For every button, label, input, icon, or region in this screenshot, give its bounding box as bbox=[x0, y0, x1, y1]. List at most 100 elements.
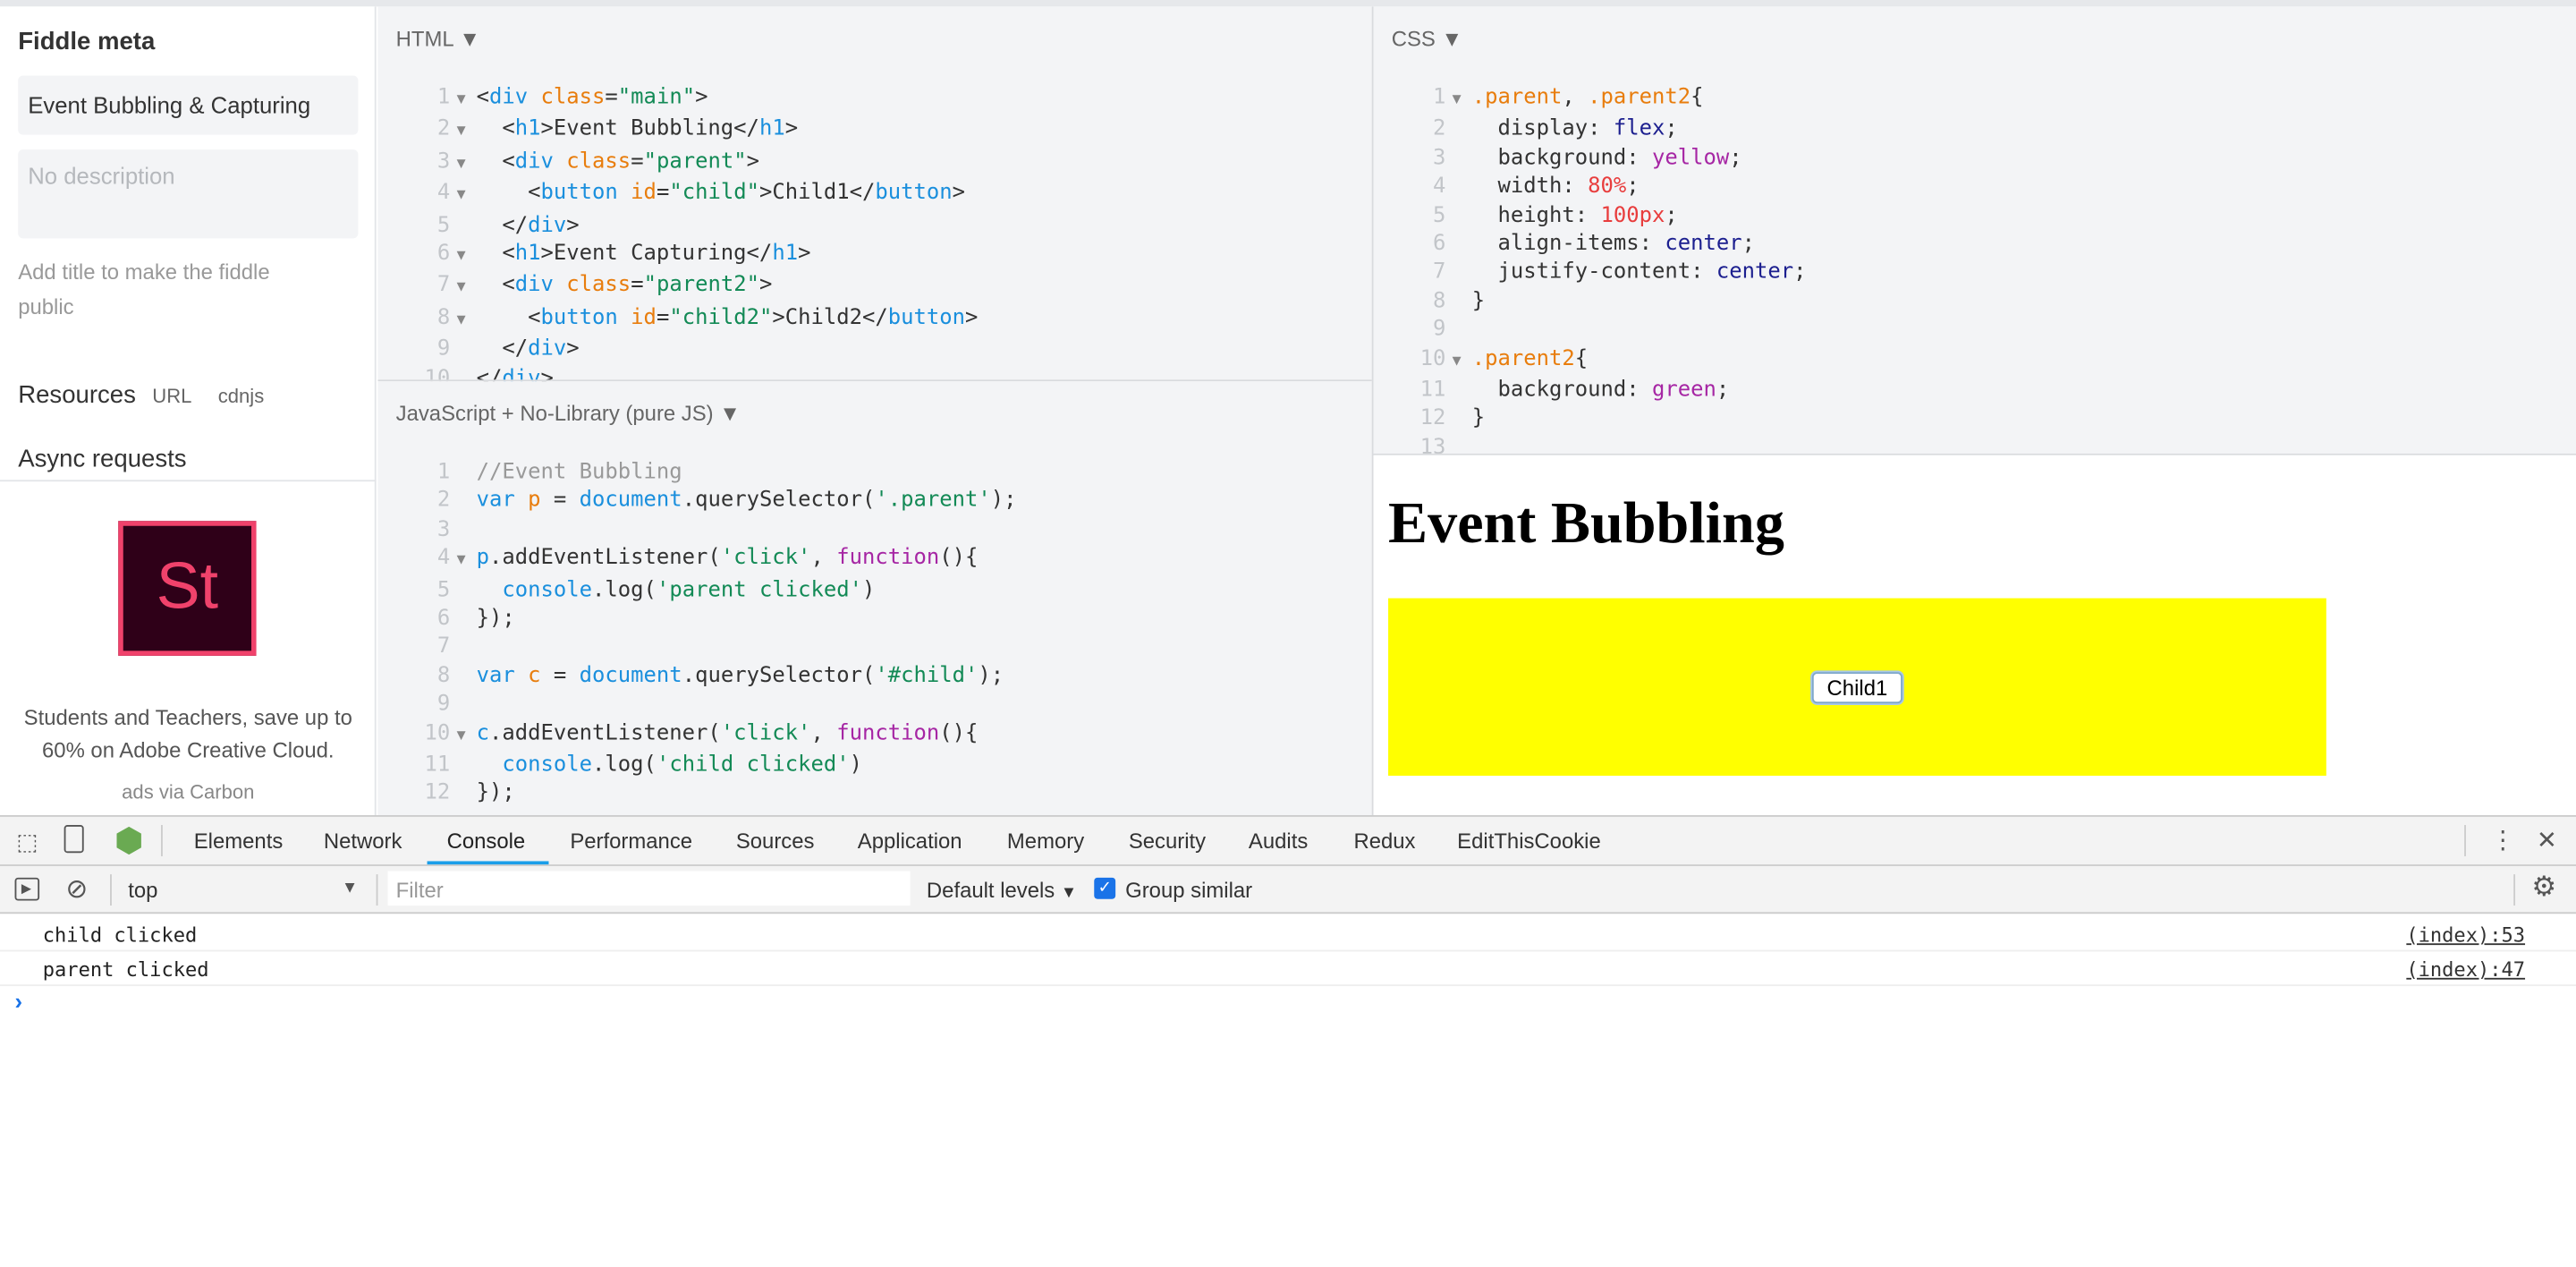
js-editor[interactable]: 1//Event Bubbling 2 var p = document.query… bbox=[408, 458, 1017, 808]
code-line[interactable]: 11 background: green; bbox=[1403, 377, 1807, 405]
tab-security[interactable]: Security bbox=[1129, 829, 1206, 854]
code-line[interactable]: 1 ▼ <div class="main"> bbox=[408, 84, 979, 116]
fold-arrow-icon[interactable]: ▼ bbox=[457, 151, 477, 180]
tab-performance[interactable]: Performance bbox=[570, 829, 692, 854]
code-line[interactable]: 12}); bbox=[408, 779, 1017, 808]
code-line[interactable]: 7 ▼ <div class="parent2"> bbox=[408, 272, 979, 304]
code-token: h1 bbox=[514, 117, 541, 142]
code-token: center bbox=[1665, 232, 1742, 257]
html-editor[interactable]: 1 ▼ <div class="main"> 2 ▼ <h1>Event Bubblin… bbox=[408, 84, 979, 393]
group-similar-checkbox[interactable]: ✓ bbox=[1094, 877, 1116, 899]
console-toolbar: ▶ ⊘ top ▼ Filter Default levels ▼ ✓ Grou… bbox=[0, 865, 2576, 914]
code-line[interactable]: 9 </div> bbox=[408, 336, 979, 364]
code-token: ) bbox=[861, 577, 876, 603]
line-number: 8 bbox=[436, 663, 451, 689]
code-line[interactable]: 7 justify-content: center; bbox=[1403, 259, 1807, 287]
code-token: < bbox=[476, 117, 515, 142]
tab-network[interactable]: Network bbox=[324, 829, 402, 854]
close-devtools-icon[interactable]: ✕ bbox=[2537, 825, 2557, 855]
code-line[interactable]: 6 align-items: center; bbox=[1403, 230, 1807, 259]
css-panel-header[interactable]: CSS ▼ bbox=[1392, 26, 1462, 51]
line-number: 2 bbox=[1432, 117, 1446, 142]
code-line[interactable]: 10 ▼ c.addEventListener('click', function(… bbox=[408, 719, 1017, 752]
code-line[interactable]: 3 ▼ <div class="parent"> bbox=[408, 148, 979, 180]
tab-elements[interactable]: Elements bbox=[194, 829, 284, 854]
fold-arrow-icon[interactable]: ▼ bbox=[1453, 87, 1472, 115]
fold-arrow-icon[interactable]: ▼ bbox=[457, 119, 477, 148]
code-line[interactable]: 2 ▼ <h1>Event Bubbling</h1> bbox=[408, 115, 979, 148]
tab-application[interactable]: Application bbox=[858, 829, 962, 854]
filter-input[interactable]: Filter bbox=[387, 871, 911, 906]
code-line[interactable]: 4 ▼ p.addEventListener('click', function()… bbox=[408, 544, 1017, 576]
tab-redux[interactable]: Redux bbox=[1353, 829, 1415, 854]
code-line[interactable]: 5 height: 100px; bbox=[1403, 201, 1807, 230]
fold-arrow-icon[interactable]: ▼ bbox=[457, 723, 477, 752]
fold-arrow-icon[interactable]: ▼ bbox=[457, 307, 477, 336]
async-requests[interactable]: Async requests bbox=[18, 446, 186, 473]
code-line[interactable]: 6 ▼ <h1>Event Capturing</h1> bbox=[408, 240, 979, 272]
code-line[interactable]: 3 background: yellow; bbox=[1403, 144, 1807, 173]
description-input[interactable]: No description bbox=[18, 149, 359, 239]
code-line[interactable]: 10 ▼ .parent2{ bbox=[1403, 344, 1807, 377]
tab-memory[interactable]: Memory bbox=[1007, 829, 1084, 854]
fold-arrow-icon[interactable]: ▼ bbox=[1453, 348, 1472, 377]
resources-label[interactable]: Resources bbox=[18, 381, 136, 409]
default-levels-dropdown[interactable]: Default levels ▼ bbox=[927, 878, 1077, 903]
fold-arrow-icon[interactable]: ▼ bbox=[457, 276, 477, 304]
code-line[interactable]: 9 bbox=[1403, 316, 1807, 344]
code-line[interactable]: 5 console.log('parent clicked') bbox=[408, 576, 1017, 605]
fold-arrow-icon[interactable]: ▼ bbox=[457, 183, 477, 211]
adobe-stock-logo[interactable]: St bbox=[118, 521, 257, 656]
tab-audits[interactable]: Audits bbox=[1249, 829, 1308, 854]
settings-gear-icon[interactable]: ⚙ bbox=[2531, 871, 2556, 904]
sidebar-toggle-icon[interactable]: ▶ bbox=[14, 877, 40, 901]
code-line[interactable]: 1 //Event Bubbling bbox=[408, 458, 1017, 487]
fold-arrow-icon[interactable]: ▼ bbox=[457, 243, 477, 272]
code-line[interactable]: 12} bbox=[1403, 405, 1807, 434]
parent-box[interactable]: Child1 bbox=[1388, 598, 2326, 776]
js-panel-header[interactable]: JavaScript + No-Library (pure JS) ▼ bbox=[396, 401, 741, 426]
code-line[interactable]: 4 ▼ <button id="child">Child1</button> bbox=[408, 180, 979, 212]
code-line[interactable]: 6}); bbox=[408, 605, 1017, 634]
code-line[interactable]: 1 ▼ .parent, .parent2{ bbox=[1403, 84, 1807, 116]
tab-console[interactable]: Console bbox=[447, 829, 526, 854]
inspect-element-icon[interactable]: ⬚ bbox=[16, 829, 38, 856]
title-input[interactable]: Event Bubbling & Capturing bbox=[18, 75, 359, 135]
code-line[interactable]: 8 var c = document.querySelector('#child'… bbox=[408, 662, 1017, 691]
code-token: ; bbox=[1665, 117, 1678, 142]
clear-console-icon[interactable]: ⊘ bbox=[65, 872, 88, 906]
console-prompt[interactable]: › bbox=[15, 988, 23, 1014]
ads-via-carbon[interactable]: ads via Carbon bbox=[0, 780, 377, 804]
code-line[interactable]: 8} bbox=[1403, 287, 1807, 316]
child1-button[interactable]: Child1 bbox=[1812, 671, 1902, 703]
vue-devtools-hex-icon[interactable] bbox=[116, 826, 141, 855]
code-line[interactable]: 11 console.log('child clicked') bbox=[408, 752, 1017, 780]
html-panel-header[interactable]: HTML ▼ bbox=[396, 26, 480, 51]
css-editor[interactable]: 1 ▼ .parent, .parent2{2 display: flex; 3 ba… bbox=[1403, 84, 1807, 454]
fold-arrow-icon[interactable]: ▼ bbox=[457, 548, 477, 576]
code-line[interactable]: 2 var p = document.querySelector('.parent… bbox=[408, 487, 1017, 515]
code-line[interactable]: 3 bbox=[408, 515, 1017, 544]
code-line[interactable]: 2 display: flex; bbox=[1403, 115, 1807, 144]
code-line[interactable]: 7 bbox=[408, 634, 1017, 662]
group-similar-label[interactable]: Group similar bbox=[1125, 878, 1252, 903]
code-line[interactable]: 13 bbox=[1403, 434, 1807, 454]
context-select[interactable]: top bbox=[128, 878, 157, 903]
message-source-link[interactable]: (index):47 bbox=[2406, 958, 2525, 982]
code-line[interactable]: 4 width: 80%; bbox=[1403, 173, 1807, 201]
fold-arrow-icon[interactable]: ▼ bbox=[457, 87, 477, 115]
tab-sources[interactable]: Sources bbox=[736, 829, 815, 854]
resources-cdnjs-link[interactable]: cdnjs bbox=[218, 385, 264, 408]
message-source-link[interactable]: (index):53 bbox=[2406, 923, 2525, 947]
code-token: background: bbox=[1471, 146, 1652, 171]
more-options-icon[interactable]: ⋮ bbox=[2490, 825, 2515, 855]
resources-url-link[interactable]: URL bbox=[152, 385, 191, 408]
code-token: , bbox=[1562, 85, 1589, 111]
fiddle-meta-title: Fiddle meta bbox=[18, 28, 156, 56]
code-line[interactable]: 5 </div> bbox=[408, 211, 979, 240]
code-line[interactable]: 8 ▼ <button id="child2">Child2</button> bbox=[408, 304, 979, 336]
tab-editthiscookie[interactable]: EditThisCookie bbox=[1457, 829, 1601, 854]
ad-text[interactable]: Students and Teachers, save up to 60% on… bbox=[10, 702, 367, 767]
device-toolbar-icon[interactable] bbox=[64, 825, 84, 854]
code-line[interactable]: 9 bbox=[408, 691, 1017, 719]
